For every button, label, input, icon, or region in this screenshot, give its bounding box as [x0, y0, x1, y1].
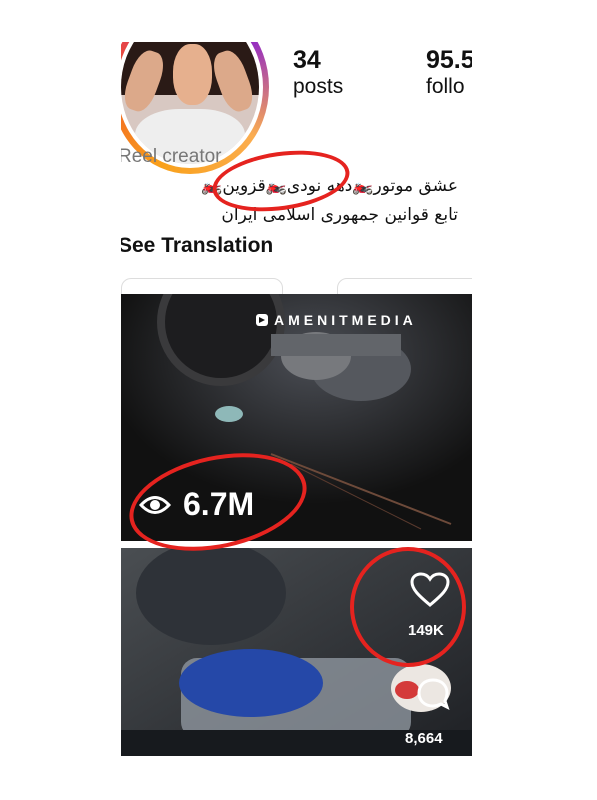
instagram-profile-crop: 34 posts 95.5 follo Reel creator عشق موت…: [121, 42, 472, 756]
followers-stat[interactable]: 95.5 follo: [426, 46, 472, 100]
comment-bubble-icon[interactable]: [415, 676, 451, 712]
view-count: 6.7M: [139, 486, 254, 523]
watermark-text: AMENITMEDIA: [274, 312, 417, 328]
followers-count: 95.5: [426, 46, 472, 74]
posts-label: posts: [293, 75, 344, 98]
followers-label: follo: [426, 75, 465, 98]
watermark: AMENITMEDIA: [256, 312, 417, 328]
profile-category: Reel creator: [121, 146, 222, 167]
bio-line-1: عشق موتور🏍️دهه نودی🏍️قزوین🏍️: [201, 176, 458, 196]
heart-icon[interactable]: [410, 572, 450, 608]
reel-tile[interactable]: AMENITMEDIA 6.7M: [121, 294, 472, 541]
like-count: 149K: [408, 622, 444, 639]
bio-line-2: تابع قوانین جمهوری اسلامی ایران: [221, 205, 458, 225]
views-count: 6.7M: [183, 486, 255, 522]
see-translation-link[interactable]: See Translation: [121, 234, 273, 258]
reel-tile[interactable]: 149K 8,664: [121, 548, 472, 756]
comment-count: 8,664: [405, 730, 443, 747]
posts-count: 34: [293, 46, 321, 74]
telegram-icon: [256, 314, 268, 326]
posts-stat[interactable]: 34 posts: [293, 46, 343, 100]
eye-icon: [139, 495, 171, 514]
